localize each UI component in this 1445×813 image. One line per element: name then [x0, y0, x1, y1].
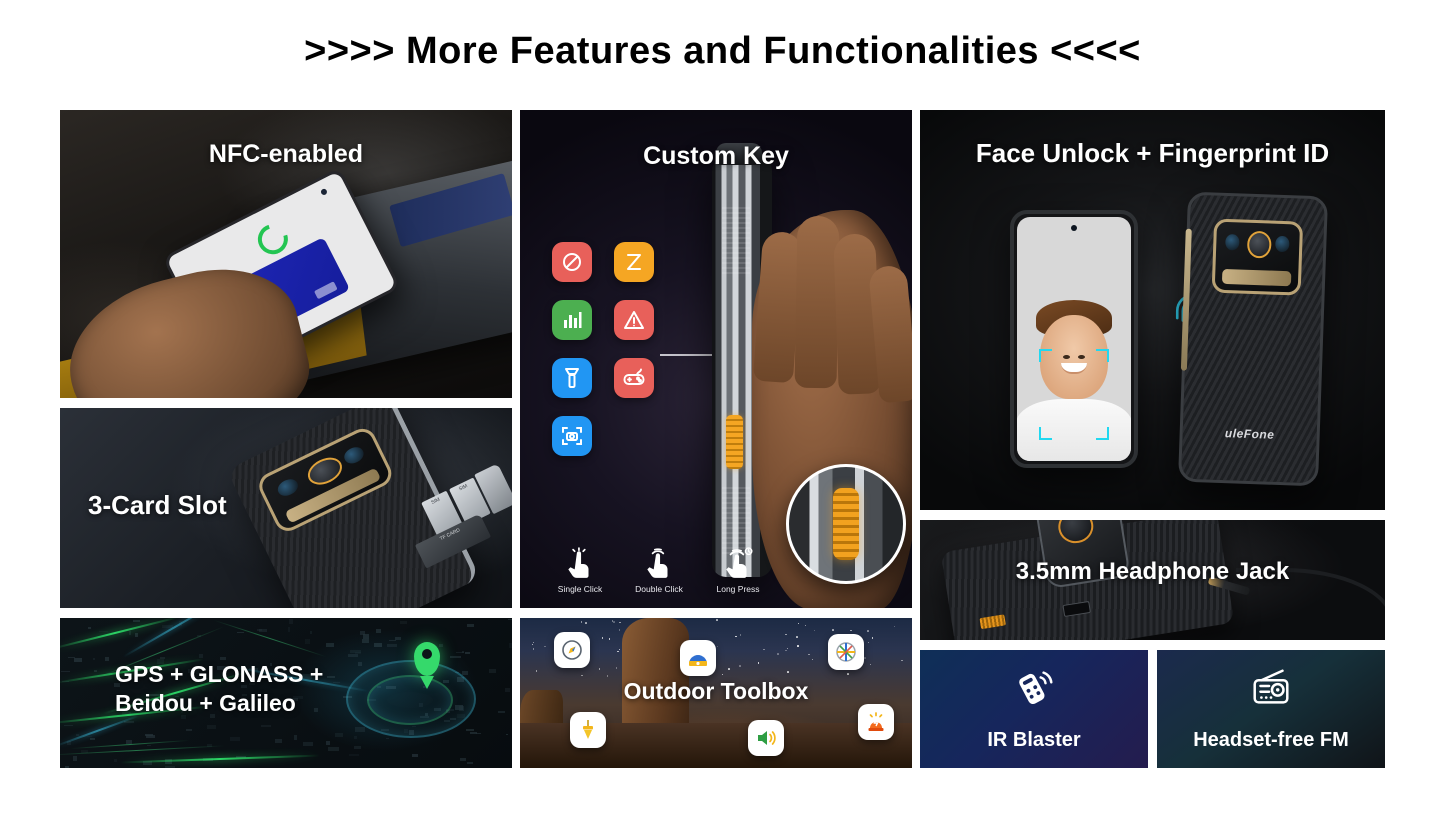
- remote-control-icon: [920, 664, 1148, 710]
- feature-grid-page: >>>> More Features and Functionalities <…: [0, 0, 1445, 813]
- camera-lens-main-back: [1246, 231, 1272, 259]
- magnified-custom-key: [833, 488, 859, 561]
- gesture-label: Double Click: [623, 584, 695, 594]
- shortcut-row-1: [552, 242, 682, 282]
- person-torso: [1017, 399, 1131, 461]
- panel-caption-outdoor-toolbox: Outdoor Toolbox: [520, 678, 912, 705]
- sound-meter-speaker-icon[interactable]: [748, 720, 784, 756]
- panel-caption-card-slot: 3-Card Slot: [88, 490, 227, 520]
- panel-caption-gps: GPS + GLONASS + Beidou + Galileo: [115, 660, 323, 718]
- shortcut-row-2: [552, 300, 682, 340]
- custom-key-magnifier-callout: [786, 464, 906, 584]
- panel-face-unlock-fingerprint[interactable]: uleFone Face Unlock + Fingerprint ID: [920, 110, 1385, 510]
- panel-ir-blaster[interactable]: IR Blaster: [920, 650, 1148, 768]
- panel-fm-radio[interactable]: Headset-free FM: [1157, 650, 1385, 768]
- camera-lens-secondary-right: [342, 444, 367, 466]
- brand-logo: uleFone: [1182, 425, 1316, 444]
- panel-caption-custom-key: Custom Key: [520, 142, 912, 171]
- payment-success-check-icon: [252, 219, 293, 260]
- custom-key-button[interactable]: [726, 415, 743, 469]
- panel-headphone-jack[interactable]: 3.5mm Headphone Jack: [920, 520, 1385, 640]
- map-ring-inner: [367, 675, 453, 725]
- gesture-legend: Single Click Double Click Long Press: [544, 547, 774, 594]
- shortcut-row-3: [552, 358, 682, 398]
- compass-icon[interactable]: [554, 632, 590, 668]
- contactless-chip-icon: [314, 281, 338, 300]
- phone-screen: [1017, 217, 1131, 461]
- plumb-bob-icon[interactable]: [570, 712, 606, 748]
- gesture-label: Long Press: [702, 584, 774, 594]
- selfie-camera-dot: [1071, 225, 1077, 231]
- panel-caption-headphone-jack: 3.5mm Headphone Jack: [920, 558, 1385, 586]
- face-bracket-bottom-right: [1096, 427, 1109, 440]
- flashlight-icon[interactable]: [552, 358, 592, 398]
- custom-key-edge: [979, 614, 1005, 628]
- gesture-label: Single Click: [544, 584, 616, 594]
- protractor-level-icon[interactable]: [680, 640, 716, 676]
- panel-3-card-slot[interactable]: SIM SIM TF CARD 3-Card Slot: [60, 408, 512, 608]
- panel-caption-fm-radio: Headset-free FM: [1157, 729, 1385, 752]
- sound-meter-icon[interactable]: [552, 300, 592, 340]
- gesture-double-click: Double Click: [623, 547, 695, 594]
- gesture-single-click: Single Click: [544, 547, 616, 594]
- do-not-disturb-icon[interactable]: [552, 242, 592, 282]
- camera-lens-right: [1276, 236, 1291, 253]
- game-controller-icon[interactable]: [614, 358, 654, 398]
- phone-side-rail: [1181, 229, 1192, 371]
- feature-panel-grid: NFC-enabled SIM SIM TF CARD 3-Card Slot …: [60, 110, 1385, 768]
- camera-module-back: [1212, 218, 1303, 295]
- grip-ridges-upper: [722, 207, 750, 277]
- face-bracket-top-left: [1039, 349, 1052, 362]
- camera-lens-edge: [1056, 520, 1096, 545]
- phone-front-view: [1010, 210, 1138, 468]
- panel-outdoor-toolbox[interactable]: Outdoor Toolbox: [520, 618, 912, 768]
- panel-gps-navigation[interactable]: GPS + GLONASS + Beidou + Galileo: [60, 618, 512, 768]
- alarm-beacon-icon[interactable]: [858, 704, 894, 740]
- eye-right: [1078, 355, 1085, 359]
- panel-caption-nfc: NFC-enabled: [60, 140, 512, 169]
- shortcut-icon-grid: [552, 242, 682, 474]
- crosshair-alignment-icon[interactable]: [828, 634, 864, 670]
- face-bracket-top-right: [1096, 349, 1109, 362]
- camera-lens-secondary-left: [276, 476, 301, 498]
- panel-nfc-enabled[interactable]: NFC-enabled: [60, 110, 512, 398]
- panel-custom-key[interactable]: Single Click Double Click Long Press Cus…: [520, 110, 912, 608]
- phone-back-view-face-panel: uleFone: [1178, 192, 1328, 487]
- camera-scan-icon[interactable]: [552, 416, 592, 456]
- finger-middle: [795, 216, 840, 389]
- camera-lens-left: [1225, 234, 1240, 251]
- panel-caption-ir-blaster: IR Blaster: [920, 729, 1148, 752]
- headphone-port: [1062, 601, 1091, 617]
- front-camera-dot: [320, 188, 328, 196]
- eye-left: [1063, 355, 1070, 359]
- panel-caption-face-unlock: Face Unlock + Fingerprint ID: [920, 138, 1385, 168]
- camera-module: [255, 424, 396, 536]
- radio-icon: [1157, 664, 1385, 710]
- face-bracket-bottom-left: [1039, 427, 1052, 440]
- gesture-long-press: Long Press: [702, 547, 774, 594]
- camera-brand-strip: [1222, 269, 1292, 286]
- shortcut-row-4: [552, 416, 682, 456]
- sos-warning-icon[interactable]: [614, 300, 654, 340]
- zello-walkie-talkie-icon[interactable]: [614, 242, 654, 282]
- smile: [1061, 363, 1087, 374]
- page-title: >>>> More Features and Functionalities <…: [0, 30, 1445, 73]
